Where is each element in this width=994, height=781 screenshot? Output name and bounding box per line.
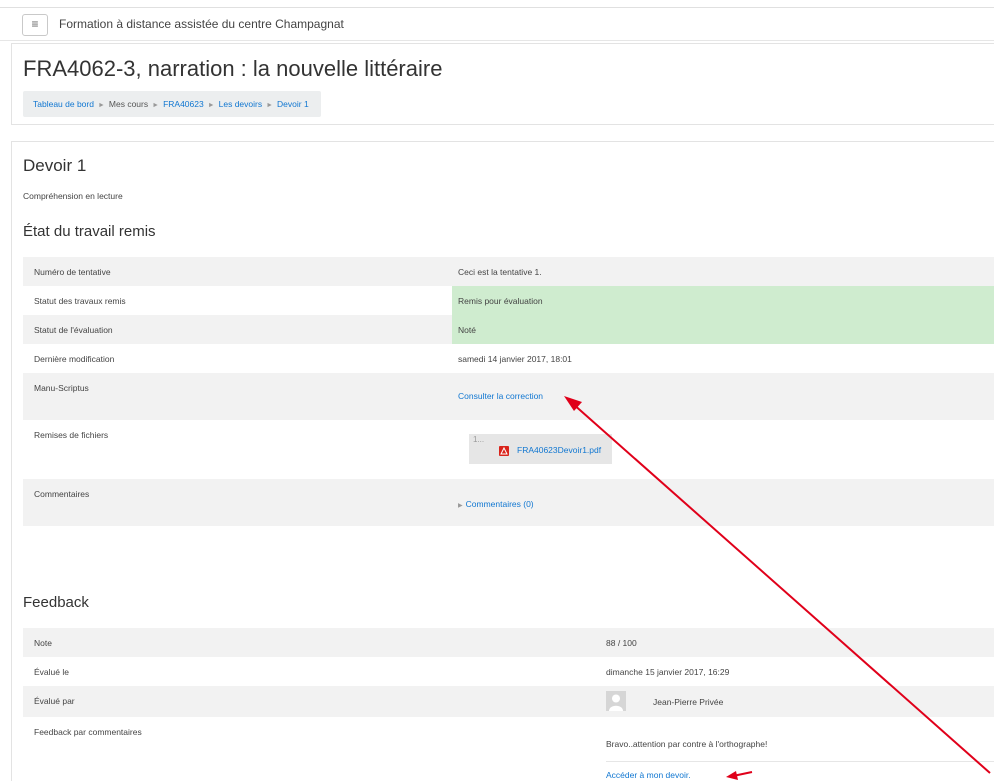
feedback-heading: Feedback xyxy=(23,594,89,611)
page-header: FRA4062-3, narration : la nouvelle litté… xyxy=(11,43,994,125)
row-label: Feedback par commentaires xyxy=(34,727,142,737)
breadcrumb: Tableau de bord ► Mes cours ► FRA40623 ► Les d… xyxy=(23,91,321,117)
row-value: samedi 14 janvier 2017, 18:01 xyxy=(458,354,572,364)
table-row: Commentaires ▶ Commentaires (0) xyxy=(23,479,994,526)
table-row: Statut de l'évaluation Noté xyxy=(23,315,994,344)
pdf-file-icon xyxy=(499,446,509,456)
row-label: Remises de fichiers xyxy=(34,430,109,440)
submitted-file-link[interactable]: FRA40623Devoir1.pdf xyxy=(517,445,601,455)
row-label: Dernière modification xyxy=(34,354,115,364)
assignment-description: Compréhension en lecture xyxy=(23,191,123,201)
table-row: Note 88 / 100 xyxy=(23,628,994,657)
row-label: Évalué par xyxy=(34,696,75,706)
hamburger-menu-button[interactable]: ≡ xyxy=(22,14,48,36)
hamburger-icon: ≡ xyxy=(31,17,39,31)
consult-correction-link[interactable]: Consulter la correction xyxy=(458,391,543,401)
row-value: dimanche 15 janvier 2017, 16:29 xyxy=(606,667,730,677)
table-row: Feedback par commentaires Bravo..attenti… xyxy=(23,717,994,781)
status-ok-cell: Remis pour évaluation xyxy=(452,286,994,315)
breadcrumb-separator: ► xyxy=(97,102,105,109)
breadcrumb-devoir[interactable]: Devoir 1 xyxy=(277,99,309,109)
row-label: Statut de l'évaluation xyxy=(34,325,113,335)
avatar xyxy=(606,691,626,711)
breadcrumb-my-courses: Mes cours xyxy=(108,99,149,109)
table-row: Dernière modification samedi 14 janvier … xyxy=(23,344,994,373)
feedback-comment: Bravo..attention par contre à l'orthogra… xyxy=(606,739,768,749)
table-row: Statut des travaux remis Remis pour éval… xyxy=(23,286,994,315)
table-row: Évalué par Jean-Pierre Privée xyxy=(23,686,994,717)
table-row: Numéro de tentative Ceci est la tentativ… xyxy=(23,257,994,286)
row-value: Remis pour évaluation xyxy=(458,296,543,306)
row-label: Manu-Scriptus xyxy=(34,383,89,393)
row-label: Note xyxy=(34,638,52,648)
table-row: Évalué le dimanche 15 janvier 2017, 16:2… xyxy=(23,657,994,686)
row-value: Ceci est la tentative 1. xyxy=(458,267,542,277)
comments-label: Commentaires (0) xyxy=(465,499,534,509)
breadcrumb-separator: ► xyxy=(266,102,274,109)
file-tree-toggle[interactable]: 1... xyxy=(473,435,484,444)
comments-toggle-link[interactable]: ▶ Commentaires (0) xyxy=(458,499,534,509)
row-value: Noté xyxy=(458,325,476,335)
table-row: Manu-Scriptus Consulter la correction xyxy=(23,373,994,420)
breadcrumb-assignments[interactable]: Les devoirs xyxy=(219,99,262,109)
expand-triangle-icon: ▶ xyxy=(458,503,463,509)
file-submission-box: 1... FRA40623Devoir1.pdf xyxy=(469,434,612,464)
row-label: Évalué le xyxy=(34,667,69,677)
main-content: Devoir 1 Compréhension en lecture État d… xyxy=(11,141,994,781)
top-navbar: ≡ Formation à distance assistée du centr… xyxy=(0,7,994,41)
assignment-title: Devoir 1 xyxy=(23,156,87,175)
site-name-link[interactable]: Formation à distance assistée du centre … xyxy=(59,17,344,31)
breadcrumb-course[interactable]: FRA40623 xyxy=(163,99,204,109)
divider xyxy=(606,761,994,762)
breadcrumb-dashboard[interactable]: Tableau de bord xyxy=(33,99,94,109)
row-label: Commentaires xyxy=(34,489,90,499)
table-row: Remises de fichiers 1... FRA40623Devoir1… xyxy=(23,420,994,479)
breadcrumb-separator: ► xyxy=(207,102,215,109)
page-title: FRA4062-3, narration : la nouvelle litté… xyxy=(23,56,443,81)
submission-status-heading: État du travail remis xyxy=(23,223,156,240)
grader-name: Jean-Pierre Privée xyxy=(653,697,724,707)
grade-value: 88 / 100 xyxy=(606,638,637,648)
row-label: Statut des travaux remis xyxy=(34,296,126,306)
row-label: Numéro de tentative xyxy=(34,267,111,277)
status-ok-cell: Noté xyxy=(452,315,994,344)
breadcrumb-separator: ► xyxy=(152,102,160,109)
access-assignment-link[interactable]: Accéder à mon devoir. xyxy=(606,770,691,780)
